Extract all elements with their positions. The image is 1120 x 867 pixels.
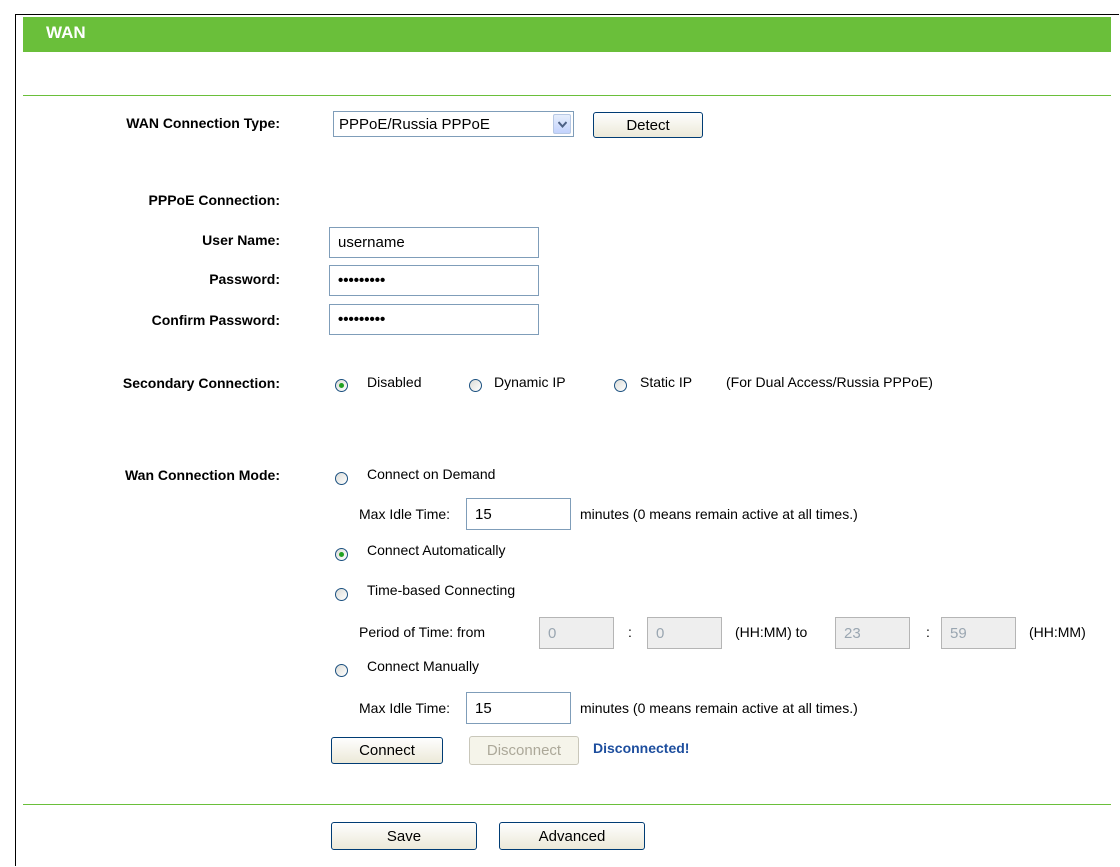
bottom-divider [23, 804, 1111, 805]
username-input[interactable] [329, 227, 539, 258]
mode-auto-radio[interactable] [335, 548, 348, 561]
secondary-disabled-radio[interactable] [335, 379, 348, 392]
connection-type-label: WAN Connection Type: [126, 115, 280, 131]
mode-manual-radio[interactable] [335, 664, 348, 677]
period-label: Period of Time: from [359, 624, 486, 640]
mode-time-based-radio[interactable] [335, 588, 348, 601]
connect-button[interactable]: Connect [331, 737, 443, 764]
secondary-disabled-label: Disabled [367, 374, 422, 390]
advanced-button[interactable]: Advanced [499, 822, 645, 850]
on-demand-idle-input[interactable] [466, 498, 571, 530]
top-divider [23, 95, 1111, 96]
mode-on-demand-label: Connect on Demand [367, 466, 496, 482]
secondary-dynamic-ip-label: Dynamic IP [494, 374, 566, 390]
password-input[interactable] [329, 265, 539, 296]
connection-type-select[interactable]: PPPoE/Russia PPPoE [333, 111, 574, 137]
time-unit-label: (HH:MM) [1029, 624, 1086, 640]
to-separator: : [926, 624, 930, 640]
to-hour-input[interactable] [835, 617, 910, 649]
to-minute-input[interactable] [941, 617, 1016, 649]
secondary-static-ip-label: Static IP [640, 374, 693, 390]
connection-mode-label: Wan Connection Mode: [124, 467, 280, 483]
username-label: User Name: [202, 232, 280, 248]
on-demand-idle-note: minutes (0 means remain active at all ti… [580, 506, 858, 522]
mode-on-demand-radio[interactable] [335, 472, 348, 485]
mode-auto-label: Connect Automatically [367, 542, 506, 558]
secondary-dynamic-ip-radio[interactable] [469, 379, 482, 392]
password-label: Password: [209, 271, 280, 287]
confirm-password-input[interactable] [329, 304, 539, 335]
secondary-static-ip-radio[interactable] [614, 379, 627, 392]
page-header: WAN [23, 17, 1111, 52]
mode-time-based-label: Time-based Connecting [367, 582, 516, 598]
disconnect-button[interactable]: Disconnect [469, 736, 579, 765]
from-hour-input[interactable] [539, 617, 614, 649]
manual-idle-label: Max Idle Time: [359, 700, 451, 716]
to-label: (HH:MM) to [735, 624, 808, 640]
from-separator: : [628, 624, 632, 640]
save-button[interactable]: Save [331, 822, 477, 850]
connection-type-value: PPPoE/Russia PPPoE [339, 116, 490, 133]
manual-idle-input[interactable] [466, 692, 571, 724]
from-minute-input[interactable] [647, 617, 722, 649]
connection-status: Disconnected! [593, 740, 690, 756]
secondary-connection-label: Secondary Connection: [122, 375, 280, 391]
page-title: WAN [46, 23, 86, 42]
secondary-note: (For Dual Access/Russia PPPoE) [726, 374, 933, 390]
chevron-down-icon[interactable] [553, 114, 571, 134]
pppoe-section-label: PPPoE Connection: [148, 192, 280, 208]
on-demand-idle-label: Max Idle Time: [359, 506, 451, 522]
manual-idle-note: minutes (0 means remain active at all ti… [580, 700, 858, 716]
confirm-password-label: Confirm Password: [151, 312, 280, 328]
mode-manual-label: Connect Manually [367, 658, 480, 674]
detect-button[interactable]: Detect [593, 112, 703, 138]
